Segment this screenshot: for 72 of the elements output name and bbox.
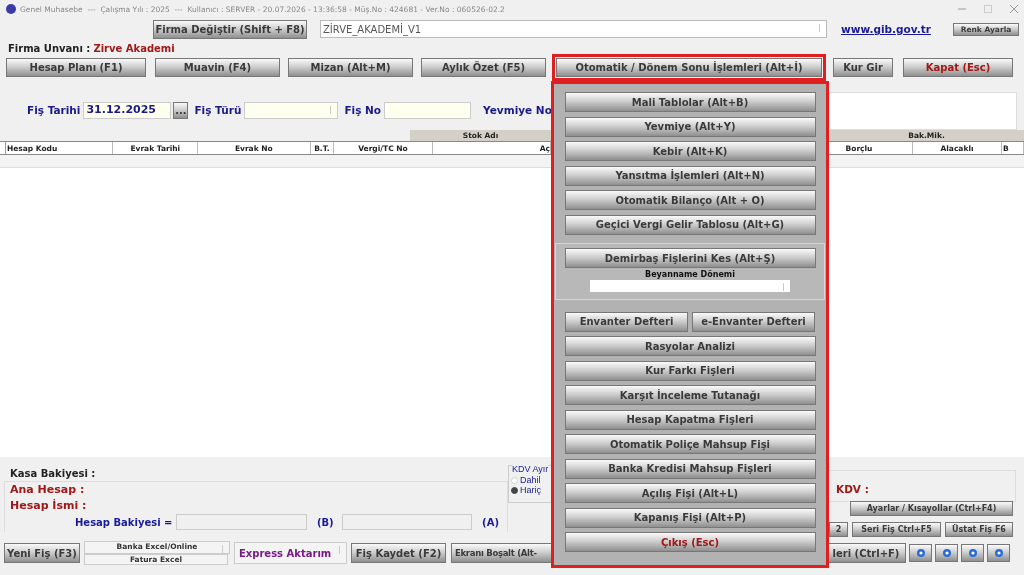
settings-button[interactable]: Ayarlar / Kısayollar (Ctrl+F4) <box>850 501 1013 516</box>
number-label: Fiş No <box>344 104 382 116</box>
toolbar-button[interactable]: Hesap Planı (F1) <box>6 57 146 77</box>
menu-button[interactable]: Yansıtma İşlemleri (Alt+N) <box>564 165 816 186</box>
journal-label: Yevmiye No <box>483 104 552 116</box>
toolbar-button[interactable]: Aylık Özet (F5) <box>421 57 546 77</box>
new-voucher-button[interactable]: Yeni Fiş (F3) <box>4 543 80 563</box>
menu-button[interactable]: Rasyolar Analizi <box>564 336 816 356</box>
group-title: KDV Ayır <box>512 464 549 474</box>
balance-label: Hesap Bakiyesi = <box>75 516 173 528</box>
toolbar-button[interactable]: Kapat (Esc) <box>903 57 1013 77</box>
balance-a-label: (A) <box>482 516 499 528</box>
save-voucher-button[interactable]: Fiş Kaydet (F2) <box>351 543 446 563</box>
clear-screen-button[interactable]: Ekranı Boşalt (Alt- <box>451 543 553 563</box>
menu-button[interactable]: Demirbaş Fişlerini Kes (Alt+Ş) <box>564 248 816 268</box>
period-label: Beyanname Dönemi <box>645 270 735 279</box>
express-combo[interactable]: Express Aktarım <box>234 542 347 564</box>
navigation-icon <box>994 549 1003 557</box>
menu-button[interactable]: Hesap Kapatma Fişleri <box>564 409 816 430</box>
account-name-label: Hesap İsmi : <box>10 498 88 514</box>
change-company-button[interactable]: Firma Değiştir (Shift + F8) <box>153 19 307 39</box>
radio-button[interactable] <box>511 486 518 494</box>
menu-button[interactable]: Geçici Vergi Gelir Tablosu (Alt+G) <box>564 214 816 235</box>
navigation-button[interactable] <box>935 544 958 562</box>
find-button[interactable]: leri (Ctrl+F) <box>826 543 906 563</box>
navigation-button[interactable] <box>961 544 984 562</box>
app-icon <box>6 4 16 14</box>
maximize-icon[interactable] <box>984 5 992 13</box>
navigation-button[interactable] <box>987 544 1010 562</box>
main-account-label: Ana Hesap : <box>10 482 86 498</box>
menu-button[interactable]: Banka Kredisi Mahsup Fişleri <box>564 458 816 479</box>
minimize-icon[interactable] <box>958 5 966 13</box>
shortcut-button[interactable]: 2 <box>829 522 848 537</box>
toolbar-button[interactable]: Muavin (F4) <box>155 57 280 77</box>
number-field[interactable] <box>384 101 472 119</box>
menu-button[interactable]: Yevmiye (Alt+Y) <box>564 116 816 137</box>
note-area[interactable] <box>829 92 1017 130</box>
date-picker-button[interactable]: ... <box>173 101 189 119</box>
type-label: Fiş Türü <box>194 104 242 116</box>
company-label: Firma Unvanı : <box>8 42 91 54</box>
option-label: Dahil <box>520 475 541 485</box>
cash-balance-label: Kasa Bakiyesi : <box>10 468 96 479</box>
type-combo[interactable] <box>244 101 339 119</box>
company-combo[interactable]: ZİRVE_AKADEMİ_V1 <box>320 20 827 38</box>
toolbar-button[interactable]: Mizan (Alt+M) <box>288 57 413 77</box>
menu-button[interactable]: Otomatik Bilanço (Alt + O) <box>564 190 816 210</box>
website-link[interactable]: www.gib.gov.tr <box>841 23 931 35</box>
menu-button[interactable]: Kebir (Alt+K) <box>564 141 816 161</box>
navigation-icon <box>916 549 925 557</box>
navigation-icon <box>968 549 977 557</box>
balance-b-label: (B) <box>316 516 334 528</box>
menu-button[interactable]: Kur Farkı Fişleri <box>564 360 816 381</box>
navigation-button[interactable] <box>909 544 932 562</box>
vat-label: KDV : <box>836 483 869 495</box>
toolbar-button[interactable]: Kur Gir <box>833 57 893 77</box>
menu-button[interactable]: e-Envanter Defteri <box>692 311 815 332</box>
menu-button[interactable]: Çıkış (Esc) <box>564 532 816 552</box>
date-label: Fiş Tarihi <box>27 104 81 116</box>
date-field[interactable]: 31.12.2025 <box>83 101 172 119</box>
company-name: Zirve Akademi <box>93 42 175 54</box>
period-combo[interactable] <box>590 280 790 292</box>
shortcut-button[interactable]: Seri Fiş Ctrl+F5 <box>852 522 941 537</box>
menu-button[interactable]: Otomatik Poliçe Mahsup Fişi <box>564 434 816 454</box>
menu-button[interactable]: Karşıt İnceleme Tutanağı <box>564 385 816 405</box>
navigation-icon <box>942 549 951 557</box>
menu-button[interactable]: Açılış Fişi (Alt+L) <box>564 483 816 503</box>
option-label: Hariç <box>520 485 541 495</box>
menu-button[interactable]: Mali Tablolar (Alt+B) <box>564 92 816 112</box>
shortcut-button[interactable]: Üstat Fiş F6 <box>945 522 1013 537</box>
close-icon[interactable] <box>1010 5 1018 13</box>
menu-button[interactable]: Kapanış Fişi (Alt+P) <box>564 507 816 528</box>
menu-button[interactable]: Envanter Defteri <box>565 311 688 332</box>
